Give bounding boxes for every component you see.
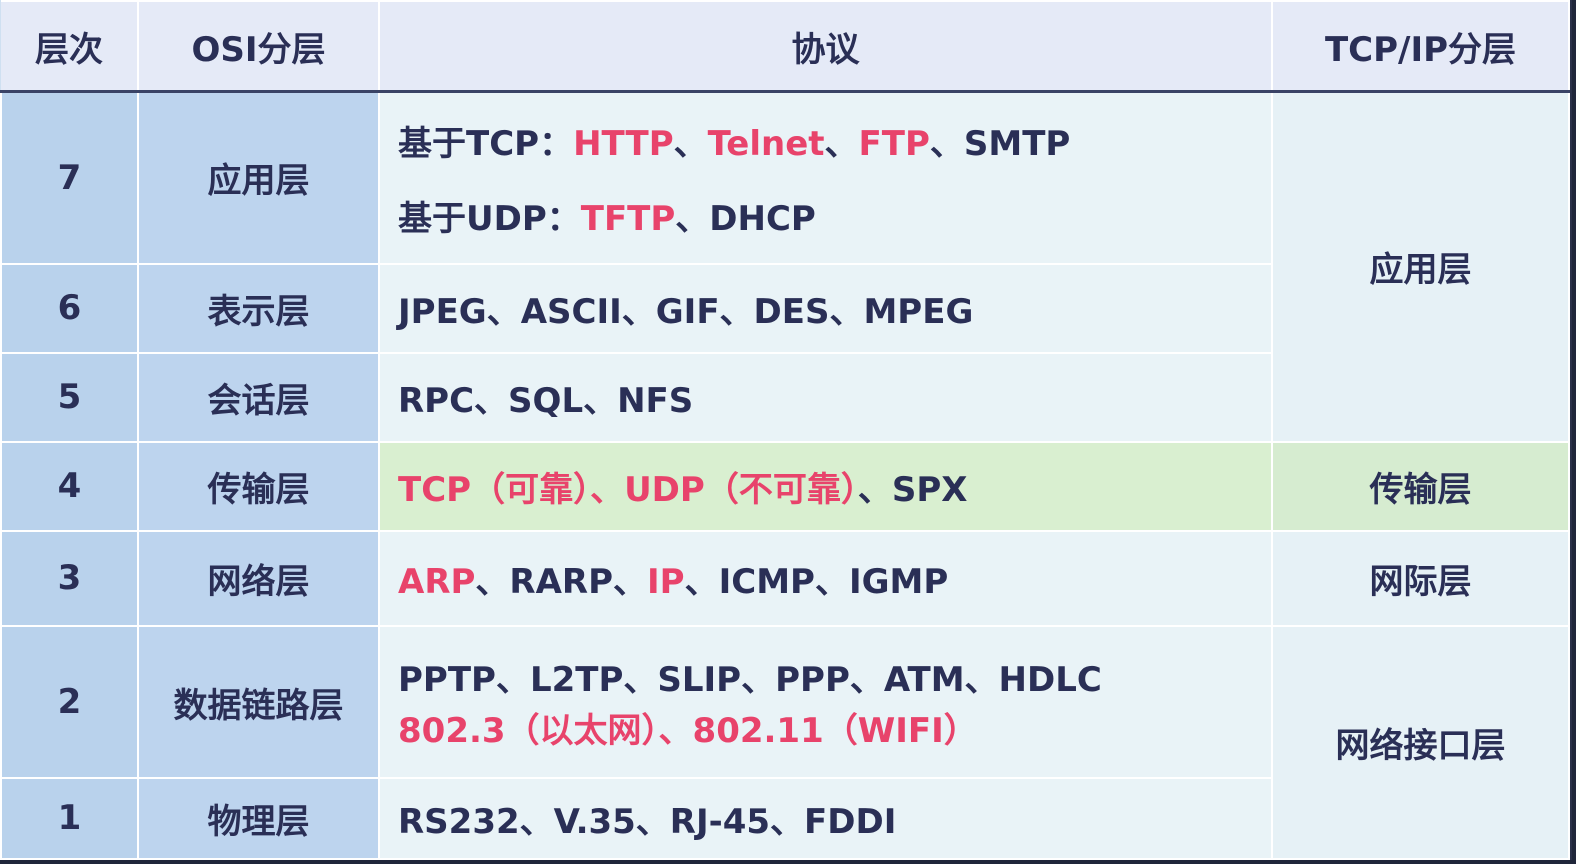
protocol-cell: TCP（可靠）、UDP（不可靠）、SPX <box>378 440 1273 532</box>
table-row: 3 网络层 ARP、RARP、IP、ICMP、IGMP 网际层 <box>0 529 1570 628</box>
protocol-cell: 基于TCP：HTTP、Telnet、FTP、SMTP 基于UDP：TFTP、DH… <box>378 90 1273 265</box>
protocol-text: PPTP、L2TP、SLIP、PPP、ATM、HDLC <box>398 660 1102 701</box>
table-row: 4 传输层 TCP（可靠）、UDP（不可靠）、SPX 传输层 <box>0 440 1570 532</box>
osi-layer-name: 传输层 <box>137 440 380 532</box>
tcpip-layer-internet: 网际层 <box>1271 529 1570 628</box>
protocol-cell: RS232、V.35、RJ-45、FDDI <box>378 776 1273 861</box>
protocol-text: 、 <box>673 123 708 164</box>
osi-layer-name: 会话层 <box>137 351 380 443</box>
highlighted-protocol: IP <box>647 561 685 602</box>
protocol-line: 基于TCP：HTTP、Telnet、FTP、SMTP <box>398 116 1271 165</box>
protocol-line: TCP（可靠）、UDP（不可靠）、SPX <box>398 462 1271 511</box>
protocol-cell: ARP、RARP、IP、ICMP、IGMP <box>378 529 1273 628</box>
highlighted-protocol: TCP（可靠）、UDP（不可靠） <box>398 469 858 510</box>
header-tcpip: TCP/IP分层 <box>1271 0 1570 93</box>
level-number: 5 <box>0 351 139 443</box>
header-level: 层次 <box>1 0 139 93</box>
protocol-line: 基于UDP：TFTP、DHCP <box>398 191 1271 240</box>
protocol-line: ARP、RARP、IP、ICMP、IGMP <box>398 554 1271 603</box>
protocol-text: 基于TCP： <box>398 123 574 164</box>
tcpip-layer-network-interface: 网络接口层 <box>1271 625 1570 860</box>
protocol-text: 、RARP、 <box>475 561 648 602</box>
osi-layer-name: 数据链路层 <box>137 625 380 779</box>
osi-layer-name: 应用层 <box>137 90 380 265</box>
highlighted-protocol: HTTP <box>573 123 674 164</box>
level-number: 3 <box>0 529 139 628</box>
protocol-text: JPEG、ASCII、GIF、DES、MPEG <box>398 291 974 332</box>
protocol-text: RPC、SQL、NFS <box>398 380 694 421</box>
highlighted-protocol: Telnet <box>707 123 825 164</box>
highlighted-protocol: FTP <box>858 123 930 164</box>
header-row: 层次 OSI分层 协议 TCP/IP分层 <box>1 0 1570 93</box>
osi-tcpip-comparison-table: 层次 OSI分层 协议 TCP/IP分层 7 应用层 基于TCP：HTTP、Te… <box>0 0 1572 861</box>
protocol-text: 、SPX <box>857 469 968 510</box>
level-number: 2 <box>0 625 139 779</box>
protocol-text: 、SMTP <box>929 123 1071 164</box>
protocol-text: 、DHCP <box>675 198 816 239</box>
table-row: 2 数据链路层 PPTP、L2TP、SLIP、PPP、ATM、HDLC 802.… <box>0 625 1570 860</box>
protocol-text: 基于UDP： <box>398 198 581 239</box>
protocol-line: PPTP、L2TP、SLIP、PPP、ATM、HDLC <box>398 652 1271 701</box>
protocol-cell: RPC、SQL、NFS <box>378 351 1273 443</box>
protocol-text: RS232、V.35、RJ-45、FDDI <box>398 801 897 842</box>
tcpip-layer-application: 应用层 <box>1271 90 1570 443</box>
protocol-cell: JPEG、ASCII、GIF、DES、MPEG <box>378 262 1273 354</box>
header-protocols: 协议 <box>378 0 1273 93</box>
level-number: 4 <box>0 440 139 532</box>
protocol-text: 、ICMP、IGMP <box>684 561 949 602</box>
protocol-line: RPC、SQL、NFS <box>398 373 1271 422</box>
osi-layer-name: 网络层 <box>137 529 380 628</box>
protocol-line: RS232、V.35、RJ-45、FDDI <box>398 794 1271 843</box>
protocol-line: 802.3（以太网）、802.11（WIFI） <box>398 703 1271 752</box>
highlighted-protocol: ARP <box>398 561 476 602</box>
protocol-text: 、 <box>824 123 859 164</box>
tcpip-layer-transport: 传输层 <box>1271 440 1570 532</box>
highlighted-protocol: 802.3（以太网）、802.11（WIFI） <box>398 711 978 752</box>
protocol-line: JPEG、ASCII、GIF、DES、MPEG <box>398 284 1271 333</box>
header-osi: OSI分层 <box>137 0 380 93</box>
osi-layer-name: 物理层 <box>137 776 380 861</box>
highlighted-protocol: TFTP <box>580 198 676 239</box>
table-row: 7 应用层 基于TCP：HTTP、Telnet、FTP、SMTP 基于UDP：T… <box>0 90 1570 443</box>
level-number: 6 <box>0 262 139 354</box>
protocol-table: 层次 OSI分层 协议 TCP/IP分层 7 应用层 基于TCP：HTTP、Te… <box>0 0 1570 861</box>
osi-layer-name: 表示层 <box>137 262 380 354</box>
level-number: 1 <box>0 776 139 861</box>
protocol-cell: PPTP、L2TP、SLIP、PPP、ATM、HDLC 802.3（以太网）、8… <box>378 625 1273 779</box>
level-number: 7 <box>0 90 139 265</box>
